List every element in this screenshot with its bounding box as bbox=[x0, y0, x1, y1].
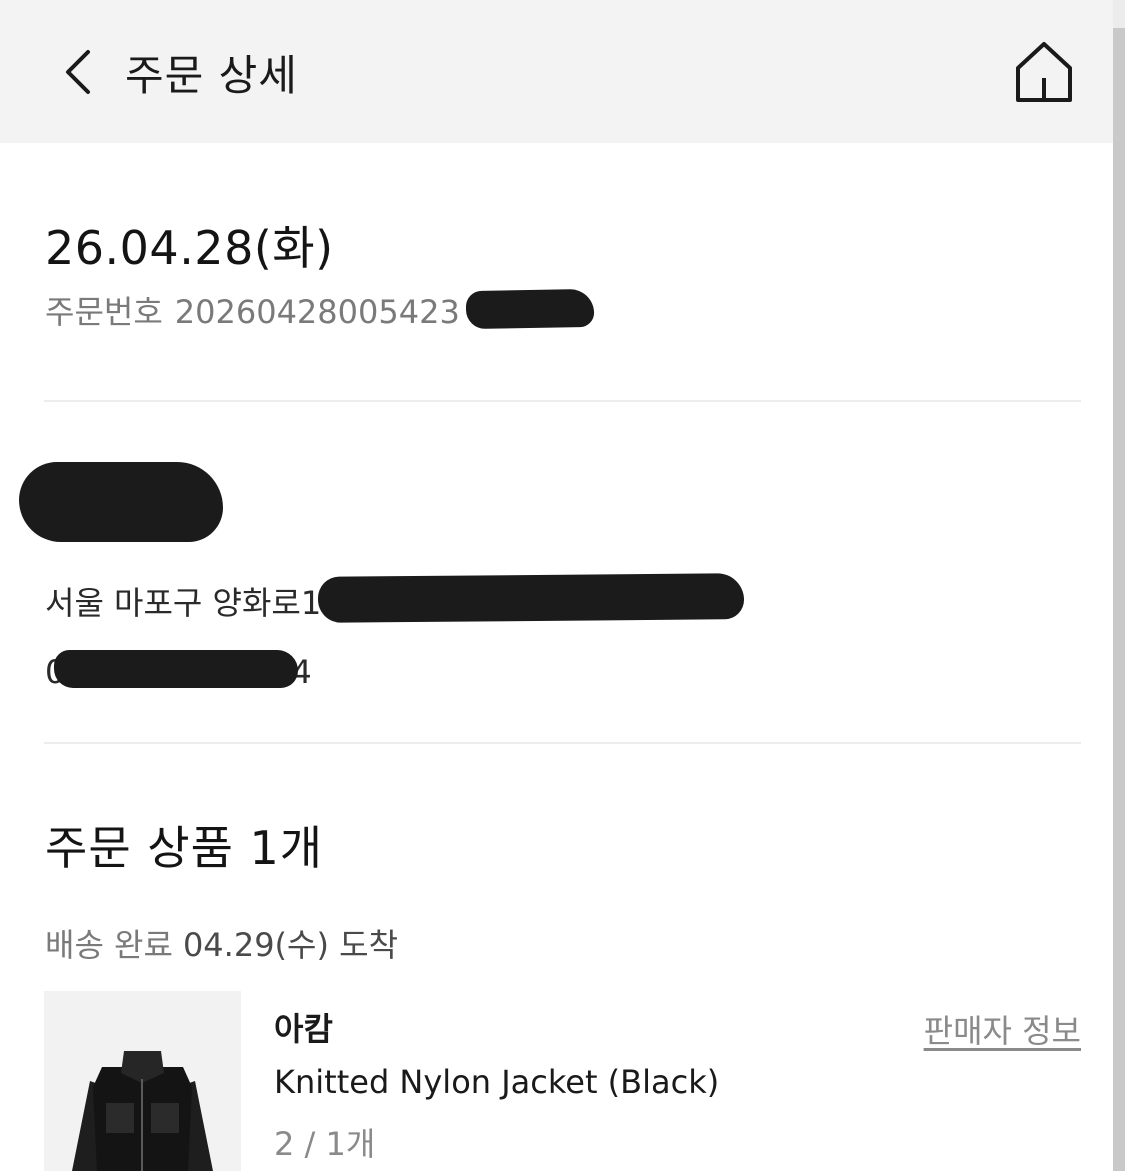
product-name[interactable]: Knitted Nylon Jacket (Black) bbox=[274, 1063, 719, 1101]
divider bbox=[44, 742, 1081, 744]
redaction-order-number bbox=[465, 288, 595, 330]
product-option: 2 / 1개 bbox=[274, 1125, 376, 1163]
redaction-phone bbox=[54, 650, 298, 688]
chevron-left-icon bbox=[66, 50, 90, 94]
seller-info-link[interactable]: 판매자 정보 bbox=[924, 1006, 1081, 1052]
arrival-date: 04.29(수) 도착 bbox=[182, 926, 399, 964]
order-date: 26.04.28(화) bbox=[45, 221, 334, 275]
order-detail-page: 주문 상세 26.04.28(화) 주문번호 20260428005423 서울 … bbox=[0, 0, 1125, 1171]
redaction-recipient-name bbox=[19, 462, 223, 542]
order-number: 주문번호 20260428005423 bbox=[45, 287, 460, 333]
jacket-image bbox=[72, 1051, 213, 1171]
brand-name[interactable]: 아캄 bbox=[274, 1004, 333, 1050]
back-button[interactable] bbox=[56, 44, 106, 100]
products-section-title: 주문 상품 1개 bbox=[45, 821, 324, 875]
product-image[interactable] bbox=[44, 991, 241, 1171]
order-number-label: 주문번호 bbox=[45, 293, 163, 331]
shipping-address: 서울 마포구 양화로1 bbox=[45, 584, 322, 622]
redaction-address bbox=[317, 573, 745, 623]
app-header: 주문 상세 bbox=[0, 0, 1113, 143]
home-button[interactable] bbox=[1012, 40, 1076, 104]
home-icon bbox=[1016, 42, 1072, 102]
delivery-status-label: 배송 완료 bbox=[45, 926, 173, 964]
page-title: 주문 상세 bbox=[125, 51, 298, 100]
delivery-status: 배송 완료 04.29(수) 도착 bbox=[45, 920, 398, 966]
order-number-value: 20260428005423 bbox=[174, 293, 460, 331]
scrollbar-thumb[interactable] bbox=[1113, 28, 1125, 1171]
divider bbox=[44, 400, 1081, 402]
